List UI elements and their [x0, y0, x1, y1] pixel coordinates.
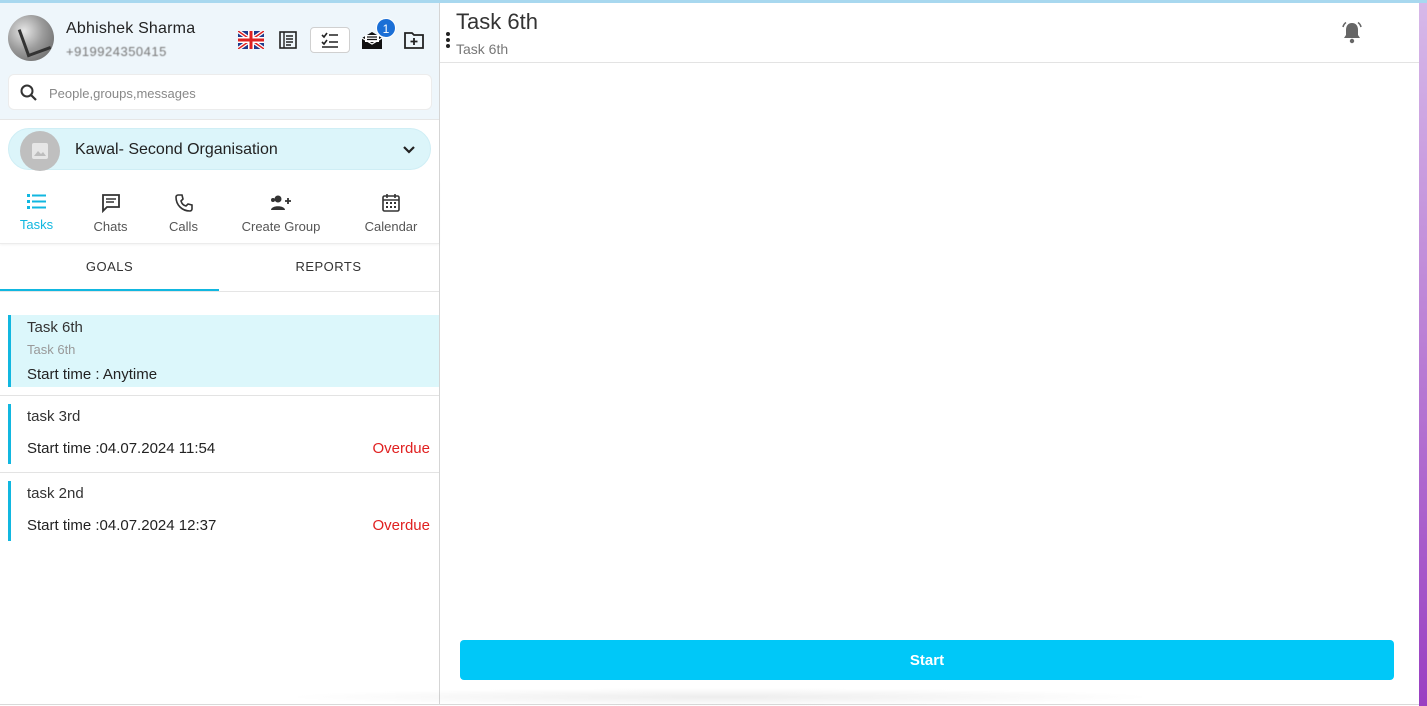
task-item[interactable]: task 2nd Start time :04.07.2024 12:37 Ov…: [8, 481, 439, 541]
task-list: Task 6th Task 6th Start time : Anytime t…: [0, 315, 439, 541]
profile-header: Abhishek Sharma +919924350415 1 People,g…: [0, 3, 450, 119]
nav-calendar-label: Calendar: [364, 219, 418, 234]
nav-create-group[interactable]: Create Group: [219, 181, 343, 243]
status-overdue: Overdue: [372, 440, 430, 457]
new-folder-icon[interactable]: [402, 28, 426, 52]
app-window: Abhishek Sharma +919924350415 1 People,g…: [0, 3, 1419, 705]
task-start-time: Start time :04.07.2024 11:54: [27, 440, 216, 457]
main-nav: Tasks Chats Calls Create Group Calendar: [0, 181, 439, 244]
tab-reports[interactable]: REPORTS: [219, 244, 438, 291]
nav-chats[interactable]: Chats: [73, 181, 148, 243]
desktop-backdrop: [1419, 0, 1427, 706]
organisation-name: Kawal- Second Organisation: [75, 141, 278, 158]
organisation-avatar: [20, 131, 60, 171]
user-name: Abhishek Sharma: [66, 20, 196, 37]
chevron-down-icon[interactable]: [400, 141, 418, 159]
phone-icon: [174, 194, 193, 212]
bottom-shadow: [280, 688, 1160, 706]
notes-icon[interactable]: [276, 28, 300, 52]
task-subtitle: Task 6th: [27, 342, 76, 357]
uk-flag-icon[interactable]: [238, 31, 264, 49]
search-icon: [20, 84, 37, 101]
nav-calls-label: Calls: [169, 219, 198, 234]
search-box: [8, 74, 432, 110]
header-icons: 1: [238, 18, 466, 53]
organisation-bar: Kawal- Second Organisation: [0, 119, 439, 181]
chat-icon: [101, 194, 120, 213]
nav-calls[interactable]: Calls: [148, 181, 219, 243]
nav-create-group-label: Create Group: [241, 219, 321, 234]
start-button[interactable]: Start: [460, 640, 1394, 680]
status-overdue: Overdue: [372, 517, 430, 534]
search-input[interactable]: [49, 83, 419, 103]
mail-icon[interactable]: 1: [360, 18, 396, 52]
left-panel: Abhishek Sharma +919924350415 1 People,g…: [0, 3, 450, 704]
calendar-icon: [382, 194, 400, 212]
task-item[interactable]: task 3rd Start time :04.07.2024 11:54 Ov…: [8, 404, 439, 464]
task-title: task 2nd: [27, 485, 84, 502]
checklist-icon[interactable]: [310, 27, 350, 53]
task-title: task 3rd: [27, 408, 81, 425]
task-start-time: Start time :04.07.2024 12:37: [27, 517, 217, 534]
nav-tasks[interactable]: Tasks: [0, 181, 73, 243]
avatar[interactable]: [8, 15, 54, 61]
task-detail-panel: Task 6th Task 6th Start: [440, 3, 1419, 704]
task-item-selected[interactable]: Task 6th Task 6th Start time : Anytime: [8, 315, 439, 387]
task-title: Task 6th: [27, 319, 83, 336]
nav-chats-label: Chats: [93, 219, 128, 234]
add-group-icon: [271, 195, 291, 210]
subtabs: GOALS REPORTS: [0, 244, 439, 292]
task-start-time: Start time : Anytime: [27, 366, 158, 383]
bell-icon[interactable]: [1341, 21, 1363, 45]
user-phone: +919924350415: [66, 44, 167, 59]
organisation-selector[interactable]: Kawal- Second Organisation: [8, 128, 431, 171]
task-detail-subtitle: Task 6th: [456, 41, 509, 57]
tab-goals[interactable]: GOALS: [0, 244, 219, 291]
task-detail-title: Task 6th: [456, 9, 538, 34]
nav-calendar[interactable]: Calendar: [343, 181, 439, 243]
image-placeholder-icon: [32, 143, 48, 159]
nav-tasks-label: Tasks: [19, 217, 54, 232]
task-detail-header: Task 6th Task 6th: [440, 3, 1419, 63]
list-icon: [26, 194, 46, 209]
mail-badge: 1: [376, 18, 396, 38]
